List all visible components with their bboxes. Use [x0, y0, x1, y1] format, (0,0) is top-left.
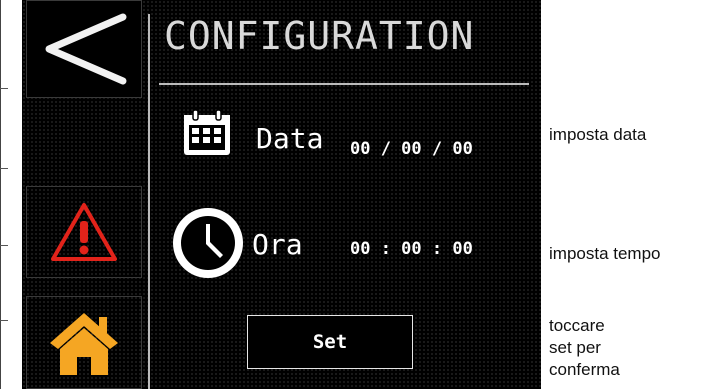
date-label: Data — [256, 122, 324, 155]
clock-icon — [170, 205, 246, 286]
set-button[interactable]: Set — [247, 315, 413, 369]
device-screen: CONFIGURATION Data 00 / 00 / 00 Ora 00 :… — [22, 0, 541, 389]
date-value-field[interactable]: 00 / 00 / 00 — [350, 139, 473, 159]
time-value-field[interactable]: 00 : 00 : 00 — [350, 239, 473, 259]
date-annotation: imposta data — [549, 125, 647, 144]
home-button[interactable] — [26, 296, 142, 389]
calendar-icon — [182, 109, 232, 162]
time-annotation: imposta tempo — [549, 244, 661, 263]
page-margin-line — [0, 0, 1, 389]
set-annotation: toccare set per conferma — [549, 315, 620, 381]
back-button[interactable] — [26, 0, 142, 98]
alarm-button[interactable] — [26, 186, 142, 278]
set-annotation-line: set per — [549, 338, 601, 357]
home-icon — [50, 312, 118, 375]
alarm-warning-icon — [51, 203, 117, 261]
margin-tick — [0, 168, 8, 169]
page-title: CONFIGURATION — [164, 14, 475, 58]
set-annotation-line: toccare — [549, 316, 605, 335]
set-annotation-line: conferma — [549, 360, 620, 379]
margin-tick — [0, 245, 8, 246]
margin-tick — [0, 320, 8, 321]
margin-tick — [0, 88, 8, 89]
back-arrow-icon — [45, 13, 127, 85]
time-label: Ora — [252, 228, 303, 261]
title-underline — [159, 83, 529, 85]
vertical-divider — [148, 14, 150, 389]
